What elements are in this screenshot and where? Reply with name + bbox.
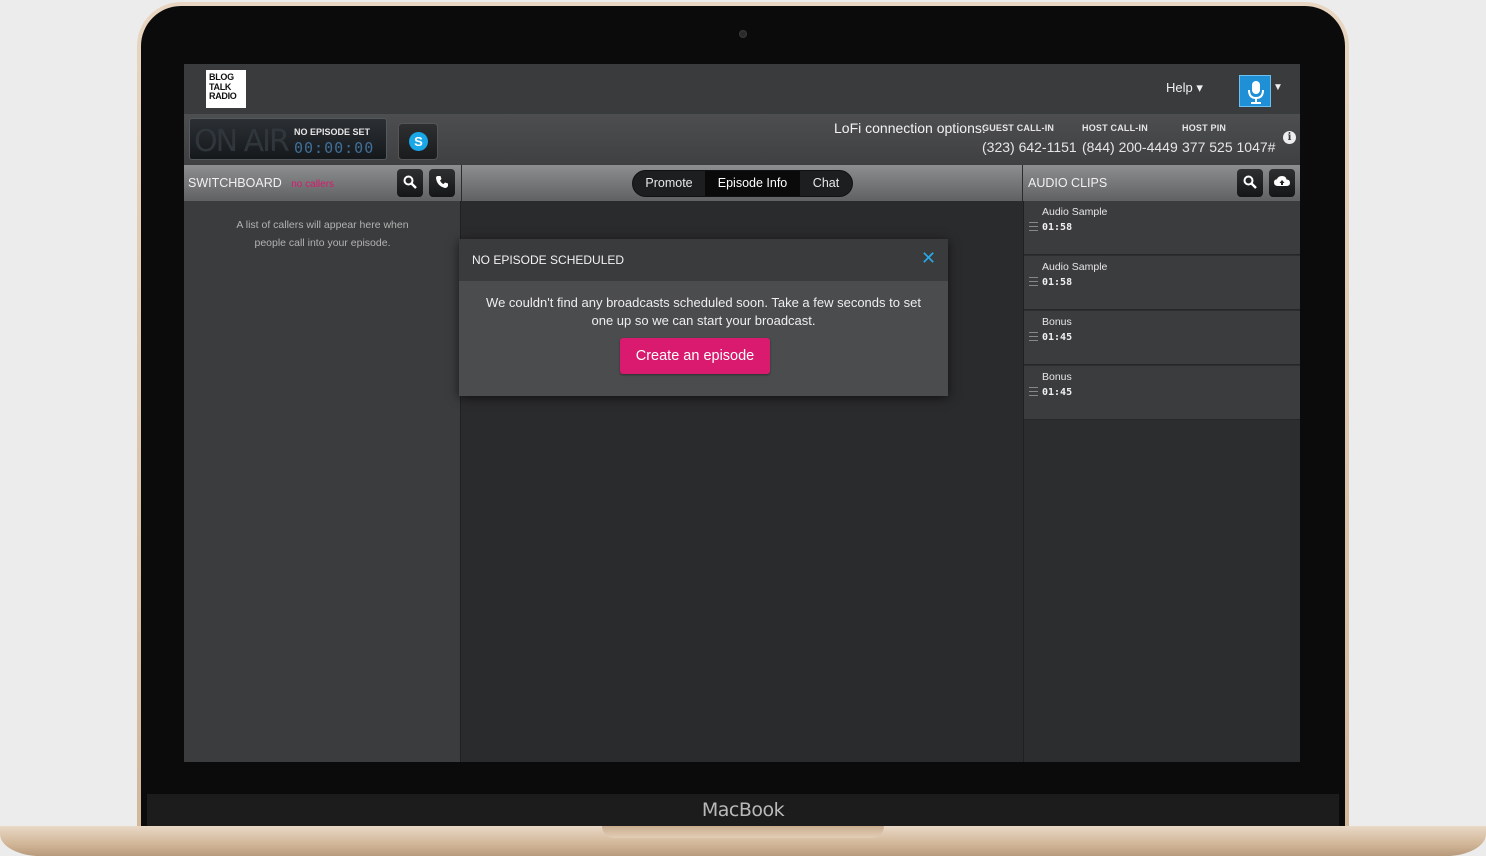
episode-tabs: Promote Episode Info Chat xyxy=(632,170,853,197)
audio-clips-title: AUDIO CLIPS xyxy=(1028,176,1108,190)
info-icon[interactable]: i xyxy=(1283,131,1296,144)
drag-handle-icon[interactable] xyxy=(1029,277,1038,286)
camera-icon xyxy=(739,30,747,38)
lofi-connection-label: LoFi connection options: xyxy=(834,120,986,136)
skype-button[interactable]: S xyxy=(398,123,438,160)
guest-call-in: GUEST CALL-IN (323) 642-1151 xyxy=(982,123,1077,155)
tab-episode-info[interactable]: Episode Info xyxy=(705,171,800,196)
guest-call-in-label: GUEST CALL-IN xyxy=(982,123,1055,133)
host-call-in-label: HOST CALL-IN xyxy=(1082,123,1148,133)
drag-handle-icon[interactable] xyxy=(1029,332,1038,341)
device-brand: MacBook xyxy=(701,799,785,821)
stage: BLOG TALK RADIO Help ▾ ▼ ON AIR NO EPISO… xyxy=(0,0,1486,856)
no-episode-modal: NO EPISODE SCHEDULED ✕ We couldn't find … xyxy=(459,239,948,396)
audio-clip-name: Bonus xyxy=(1042,316,1072,328)
help-menu[interactable]: Help ▾ xyxy=(1166,80,1203,96)
audio-clips-search-button[interactable] xyxy=(1237,169,1263,197)
callers-empty-message: A list of callers will appear here when … xyxy=(236,219,409,249)
phone-icon xyxy=(436,176,448,188)
audio-clip-duration: 01:58 xyxy=(1042,222,1073,233)
audio-clip-name: Bonus xyxy=(1042,371,1072,383)
drag-handle-icon[interactable] xyxy=(1029,222,1038,231)
guest-call-in-number: (323) 642-1151 xyxy=(982,139,1077,155)
blogtalkradio-logo[interactable]: BLOG TALK RADIO xyxy=(206,70,246,108)
create-episode-button[interactable]: Create an episode xyxy=(620,338,770,374)
audio-clip-item[interactable]: Bonus 01:45 xyxy=(1024,366,1300,420)
switchboard-search-button[interactable] xyxy=(397,169,423,197)
drag-handle-icon[interactable] xyxy=(1029,387,1038,396)
audio-clip-name: Audio Sample xyxy=(1042,261,1108,273)
on-air-label: ON AIR xyxy=(194,124,290,159)
avatar-caret-icon[interactable]: ▼ xyxy=(1273,82,1283,93)
close-icon[interactable]: ✕ xyxy=(921,249,936,267)
switchboard-header: SWITCHBOARD no callers xyxy=(184,165,461,201)
switchboard-title: SWITCHBOARD no callers xyxy=(188,176,334,190)
cloud-upload-icon xyxy=(1274,176,1290,186)
modal-title: NO EPISODE SCHEDULED xyxy=(472,253,625,267)
audio-clip-name: Audio Sample xyxy=(1042,206,1108,218)
audio-clips-panel: Audio Sample 01:58 Audio Sample 01:58 Bo… xyxy=(1023,201,1300,762)
audio-clip-item[interactable]: Audio Sample 01:58 xyxy=(1024,201,1300,255)
switchboard-title-text: SWITCHBOARD xyxy=(188,176,282,190)
top-navbar: BLOG TALK RADIO Help ▾ ▼ xyxy=(184,64,1300,114)
audio-clips-upload-button[interactable] xyxy=(1269,169,1295,197)
laptop-notch xyxy=(602,826,884,838)
host-pin: HOST PIN 377 525 1047# xyxy=(1182,123,1275,155)
audio-clip-duration: 01:58 xyxy=(1042,277,1073,288)
caller-status: no callers xyxy=(291,179,335,190)
app-screen: BLOG TALK RADIO Help ▾ ▼ ON AIR NO EPISO… xyxy=(184,64,1300,762)
microphone-icon xyxy=(1248,81,1264,104)
audio-clip-duration: 01:45 xyxy=(1042,387,1073,398)
audio-clip-item[interactable]: Audio Sample 01:58 xyxy=(1024,256,1300,310)
host-call-in-number: (844) 200-4449 xyxy=(1082,139,1178,155)
host-call-in: HOST CALL-IN (844) 200-4449 xyxy=(1082,123,1178,155)
tab-chat[interactable]: Chat xyxy=(800,171,852,196)
skype-icon: S xyxy=(409,132,428,151)
host-pin-value: 377 525 1047# xyxy=(1182,139,1276,155)
broadcast-timer: 00:00:00 xyxy=(294,139,375,157)
user-avatar[interactable] xyxy=(1239,75,1271,107)
status-bar: ON AIR NO EPISODE SET 00:00:00 S LoFi co… xyxy=(184,114,1300,165)
episode-label: NO EPISODE SET xyxy=(294,127,371,137)
audio-clip-duration: 01:45 xyxy=(1042,332,1073,343)
search-icon xyxy=(1243,175,1257,189)
on-air-display: ON AIR NO EPISODE SET 00:00:00 xyxy=(189,118,387,160)
switchboard-call-button[interactable] xyxy=(429,169,455,197)
tab-promote[interactable]: Promote xyxy=(633,171,705,196)
modal-header: NO EPISODE SCHEDULED ✕ xyxy=(459,239,948,281)
search-icon xyxy=(403,175,417,189)
switchboard-panel: A list of callers will appear here when … xyxy=(184,201,461,762)
audio-clip-item[interactable]: Bonus 01:45 xyxy=(1024,311,1300,365)
modal-message: We couldn't find any broadcasts schedule… xyxy=(486,295,921,328)
logo-line: RADIO xyxy=(209,91,237,101)
audio-clips-header: AUDIO CLIPS xyxy=(1023,165,1300,201)
host-pin-label: HOST PIN xyxy=(1182,123,1227,133)
